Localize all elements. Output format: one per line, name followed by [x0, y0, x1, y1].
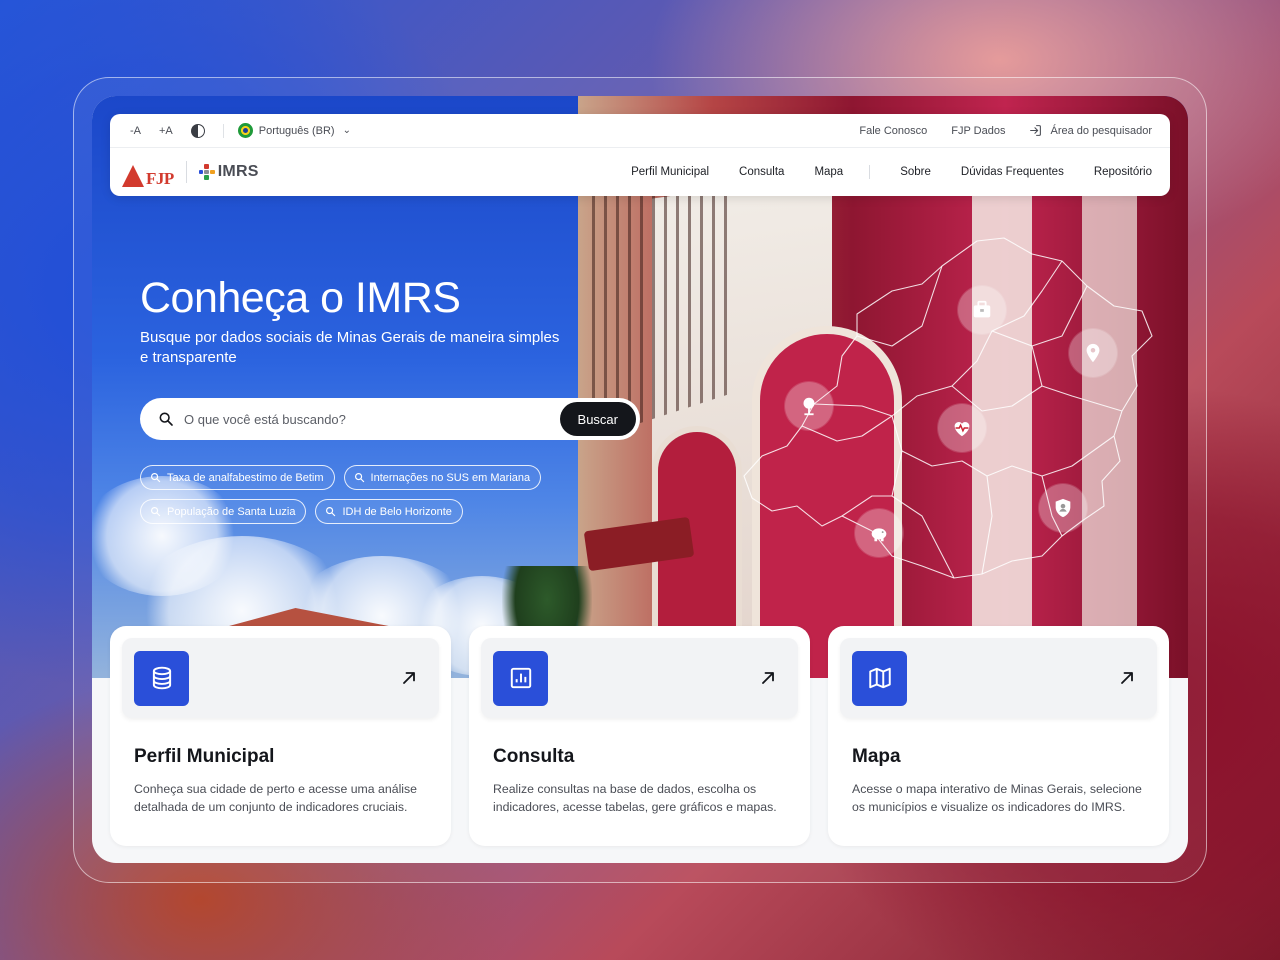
- card-perfil-municipal[interactable]: Perfil Municipal Conheça sua cidade de p…: [110, 626, 451, 846]
- piggy-bank-icon[interactable]: [855, 509, 903, 557]
- suggestion-label: População de Santa Luzia: [167, 505, 296, 518]
- imrs-logo-mark: [198, 164, 215, 180]
- card-mapa[interactable]: Mapa Acesse o mapa interativo de Minas G…: [828, 626, 1169, 846]
- card-description: Conheça sua cidade de perto e acesse uma…: [134, 782, 418, 814]
- language-selector[interactable]: Português (BR) ⌄: [237, 123, 351, 138]
- search-suggestions: Taxa de analfabestimo de Betim Internaçõ…: [140, 465, 560, 524]
- arrow-up-right-icon: [758, 668, 778, 688]
- nav-mapa[interactable]: Mapa: [814, 166, 843, 178]
- card-header: [122, 638, 439, 718]
- fjp-logo-mark: [122, 165, 144, 187]
- heart-pulse-icon[interactable]: [938, 404, 986, 452]
- suggestion-chip[interactable]: IDH de Belo Horizonte: [315, 499, 463, 524]
- suggestion-chip[interactable]: Internações no SUS em Mariana: [343, 465, 542, 490]
- nav-perfil-municipal[interactable]: Perfil Municipal: [631, 166, 709, 178]
- nav-divider: [869, 165, 871, 179]
- fjp-logo-text: FJP: [146, 169, 174, 188]
- site-header: -A +A Português (BR) ⌄ Fale Conosco FJP …: [110, 114, 1170, 196]
- fjp-logo[interactable]: FJP: [122, 157, 174, 187]
- shield-icon[interactable]: [1039, 484, 1087, 532]
- brazil-flag-icon: [237, 123, 253, 138]
- suggestion-chip[interactable]: População de Santa Luzia: [140, 499, 307, 524]
- minas-gerais-map: [742, 236, 1162, 596]
- suggestion-label: IDH de Belo Horizonte: [342, 505, 452, 518]
- imrs-logo[interactable]: IMRS: [198, 163, 259, 181]
- card-header: [481, 638, 798, 718]
- briefcase-icon[interactable]: [958, 286, 1006, 334]
- card-header: [840, 638, 1157, 718]
- login-icon: [1030, 125, 1042, 136]
- hero-title: Conheça o IMRS: [140, 274, 461, 322]
- chart-icon: [493, 650, 548, 706]
- main-navbar: FJP IMRS Perfil Municipal Consulta Mapa …: [110, 148, 1170, 196]
- fjp-data-link[interactable]: FJP Dados: [951, 125, 1005, 137]
- card-title: Consulta: [493, 746, 575, 767]
- arrow-up-right-icon: [399, 668, 419, 688]
- arrow-up-right-icon: [1117, 668, 1137, 688]
- language-label: Português (BR): [258, 124, 335, 137]
- nav-sobre[interactable]: Sobre: [900, 166, 931, 178]
- search-button[interactable]: Buscar: [559, 402, 636, 436]
- search-icon: [151, 473, 161, 483]
- suggestion-chip[interactable]: Taxa de analfabestimo de Betim: [140, 465, 335, 490]
- contrast-toggle[interactable]: [190, 123, 205, 138]
- suggestion-label: Internações no SUS em Mariana: [370, 471, 531, 484]
- database-icon: [134, 650, 189, 706]
- imrs-logo-text: IMRS: [217, 163, 259, 180]
- font-decrease-button[interactable]: -A: [130, 125, 141, 137]
- card-description: Realize consultas na base de dados, esco…: [493, 782, 777, 814]
- contact-link[interactable]: Fale Conosco: [859, 125, 927, 137]
- search-input[interactable]: [184, 411, 560, 427]
- card-description: Acesse o mapa interativo de Minas Gerais…: [852, 782, 1142, 814]
- researcher-login-label: Área do pesquisador: [1050, 124, 1152, 137]
- search-icon: [151, 507, 161, 517]
- search-icon: [158, 411, 174, 427]
- search-bar: Buscar: [140, 398, 640, 440]
- map-icon: [852, 650, 907, 706]
- card-consulta[interactable]: Consulta Realize consultas na base de da…: [469, 626, 810, 846]
- nav-duvidas-frequentes[interactable]: Dúvidas Frequentes: [961, 166, 1064, 178]
- search-icon: [354, 473, 364, 483]
- chevron-down-icon: ⌄: [342, 125, 351, 136]
- divider: [222, 123, 224, 138]
- researcher-login-link[interactable]: Área do pesquisador: [1029, 124, 1152, 137]
- tree-icon[interactable]: [785, 382, 833, 430]
- feature-cards: Perfil Municipal Conheça sua cidade de p…: [110, 626, 1170, 846]
- primary-nav: Perfil Municipal Consulta Mapa Sobre Dúv…: [631, 165, 1152, 179]
- card-title: Perfil Municipal: [134, 746, 275, 767]
- nav-repositorio[interactable]: Repositório: [1094, 166, 1152, 178]
- font-increase-button[interactable]: +A: [159, 125, 173, 137]
- contrast-icon: [190, 123, 205, 138]
- map-pin-icon[interactable]: [1069, 329, 1117, 377]
- search-icon: [326, 507, 336, 517]
- nav-consulta[interactable]: Consulta: [739, 166, 784, 178]
- accessibility-bar: -A +A Português (BR) ⌄ Fale Conosco FJP …: [110, 114, 1170, 148]
- topbar-links: Fale Conosco FJP Dados Área do pesquisad…: [859, 124, 1152, 137]
- suggestion-label: Taxa de analfabestimo de Betim: [167, 471, 324, 484]
- browser-viewport: -A +A Português (BR) ⌄ Fale Conosco FJP …: [92, 96, 1188, 863]
- card-title: Mapa: [852, 746, 901, 767]
- hero-subtitle: Busque por dados sociais de Minas Gerais…: [140, 329, 560, 366]
- logo-divider: [185, 161, 187, 183]
